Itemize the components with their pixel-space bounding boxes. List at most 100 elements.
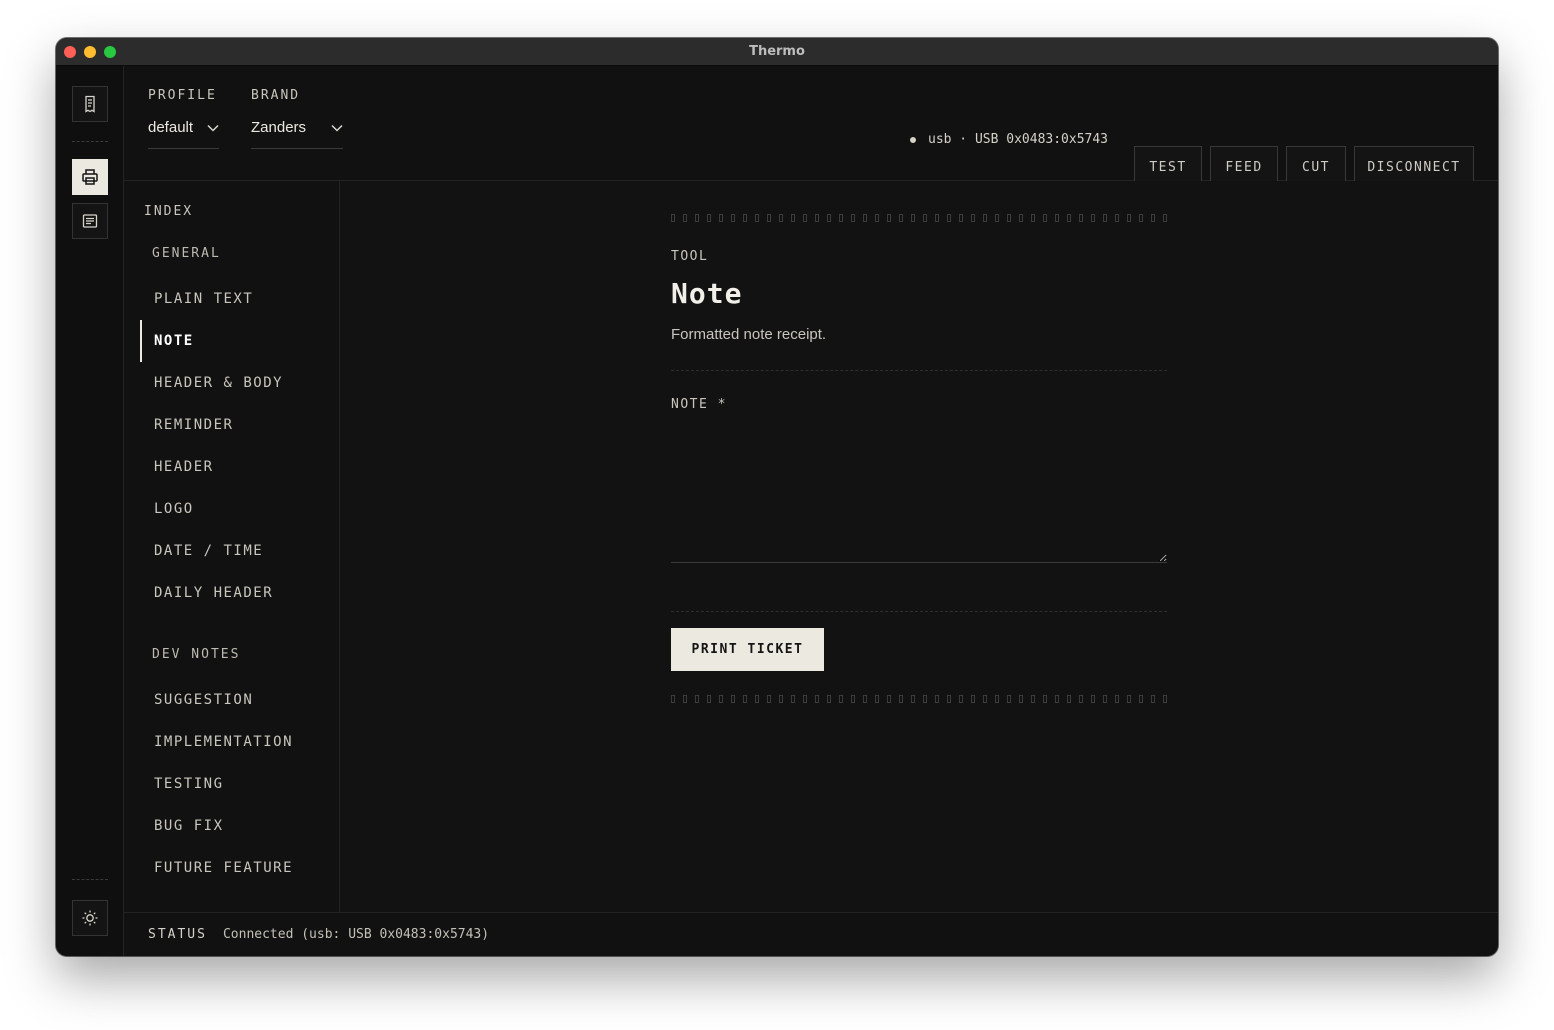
index-item-header[interactable]: HEADER [140,446,339,488]
theme-toggle-button[interactable] [72,900,108,936]
profile-group: PROFILE default [148,88,219,149]
icon-rail [56,66,124,956]
rail-divider [72,141,108,142]
perforation-mark [1139,695,1143,703]
brand-label: BRAND [251,88,301,103]
perforation-mark [779,214,783,222]
list-icon [82,214,98,228]
perforation-mark [875,214,879,222]
perforation-mark [911,695,915,703]
perforation-mark [935,695,939,703]
perforation-mark [707,214,711,222]
perforation-mark [851,214,855,222]
perforation-mark [1103,214,1107,222]
perforation-mark [1163,214,1167,222]
perforation-mark [839,695,843,703]
page-title: Note [671,277,743,310]
sun-icon [82,910,98,926]
perforation-mark [1091,214,1095,222]
perforation-mark [767,695,771,703]
perforation-mark [923,214,927,222]
index-item-suggestion[interactable]: SUGGESTION [140,679,339,721]
perforation-mark [899,695,903,703]
perforation-mark [851,695,855,703]
index-item-logo[interactable]: LOGO [140,488,339,530]
rail-divider [72,879,108,880]
perforation-mark [767,214,771,222]
perforation-mark [815,214,819,222]
index-item-implementation[interactable]: IMPLEMENTATION [140,721,339,763]
perforation-mark [743,695,747,703]
perforation-mark [731,695,735,703]
perforation-mark [1079,214,1083,222]
perforation-mark [887,695,891,703]
perforation-mark [1139,214,1143,222]
perforation-mark [899,214,903,222]
brand-group: BRAND Zanders [251,88,343,149]
perforation-mark [1007,695,1011,703]
perforation-mark [947,214,951,222]
tool-label: TOOL [671,249,709,264]
perforation-mark [1067,214,1071,222]
title-bar: Thermo [56,38,1498,66]
perforation-mark [695,695,699,703]
brand-select[interactable]: Zanders [251,119,343,149]
index-item-reminder[interactable]: REMINDER [140,404,339,446]
perforation-mark [1031,214,1035,222]
receipt-rail-button[interactable] [72,86,108,122]
connection-indicator: usb · USB 0x0483:0x5743 [910,132,1108,147]
note-field-label: NOTE * [671,397,727,412]
perforation-mark [1007,214,1011,222]
perforation-mark [683,214,687,222]
index-sidebar: INDEX GENERAL PLAIN TEXT NOTE HEADER & B… [124,181,340,912]
perforation-mark [1103,695,1107,703]
perforation-mark [779,695,783,703]
perforation-mark [935,214,939,222]
perforation-mark [839,214,843,222]
index-item-daily-header[interactable]: DAILY HEADER [140,572,339,614]
index-item-testing[interactable]: TESTING [140,763,339,805]
perforation-mark [995,214,999,222]
perforation-mark [719,214,723,222]
perforation-mark [671,695,675,703]
perforation-mark [1115,214,1119,222]
perforation-mark [863,695,867,703]
profile-select[interactable]: default [148,119,219,149]
perforation-mark [827,214,831,222]
perforation-mark [983,695,987,703]
index-item-plain-text[interactable]: PLAIN TEXT [140,278,339,320]
index-item-note[interactable]: NOTE [140,320,339,362]
perforation-mark [743,214,747,222]
perforation-mark [887,214,891,222]
perforation-mark [947,695,951,703]
perforation-mark [863,214,867,222]
printer-rail-button[interactable] [72,159,108,195]
perforation-mark [815,695,819,703]
index-item-future-feature[interactable]: FUTURE FEATURE [140,847,339,889]
perforation-mark [995,695,999,703]
perforation-mark [803,214,807,222]
perforation-mark [1163,695,1167,703]
status-text: Connected (usb: USB 0x0483:0x5743) [222,927,490,942]
note-textarea[interactable] [671,425,1167,563]
perforation-mark [719,695,723,703]
list-rail-button[interactable] [72,203,108,239]
index-item-date-time[interactable]: DATE / TIME [140,530,339,572]
index-item-header-body[interactable]: HEADER & BODY [140,362,339,404]
receipt-icon [85,95,95,113]
perforation-mark [803,695,807,703]
connection-status-dot [910,136,916,143]
perforation-mark [1019,214,1023,222]
profile-label: PROFILE [148,88,217,103]
connection-text: usb · USB 0x0483:0x5743 [928,132,1109,147]
perforation-mark [1019,695,1023,703]
perforation-mark [683,695,687,703]
status-bar: STATUS Connected (usb: USB 0x0483:0x5743… [124,912,1498,956]
print-ticket-button[interactable]: PRINT TICKET [671,628,824,671]
app-window: Thermo PROFILE default BRAND Zanders usb… [56,38,1498,956]
perforation-mark [1151,214,1155,222]
perforation-mark [1151,695,1155,703]
perforation-mark [1079,695,1083,703]
index-item-bug-fix[interactable]: BUG FIX [140,805,339,847]
page-description: Formatted note receipt. [671,326,827,343]
